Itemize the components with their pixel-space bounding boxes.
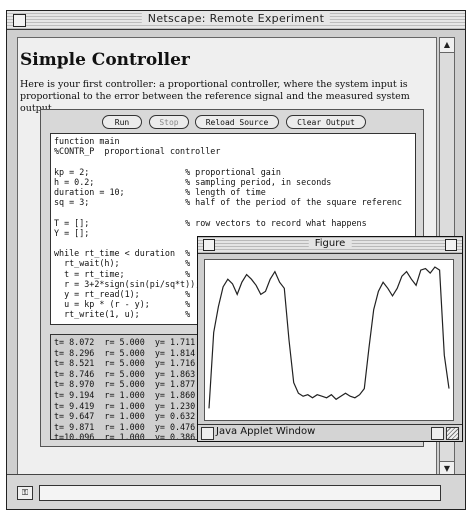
- window-close-box[interactable]: [13, 14, 26, 27]
- stop-button[interactable]: Stop: [149, 115, 189, 129]
- figure-status-bar: Java Applet Window: [198, 424, 462, 441]
- applet-window-label: Java Applet Window: [216, 426, 316, 437]
- plot-line: [208, 266, 450, 409]
- reload-source-button[interactable]: Reload Source: [195, 115, 279, 129]
- applet-info-icon: [431, 427, 444, 440]
- figure-window: Figure Java Applet Window: [197, 236, 463, 442]
- figure-title-bar[interactable]: Figure: [198, 237, 462, 254]
- page-heading: Simple Controller: [20, 50, 190, 70]
- figure-title: Figure: [308, 238, 352, 249]
- window-title-bar[interactable]: Netscape: Remote Experiment: [7, 11, 465, 30]
- status-field: [39, 485, 441, 501]
- window-title: Netscape: Remote Experiment: [141, 12, 331, 25]
- scroll-up-arrow-icon[interactable]: ▲: [440, 38, 454, 53]
- run-button[interactable]: Run: [102, 115, 142, 129]
- figure-plot-area: [204, 259, 454, 421]
- figure-close-box[interactable]: [203, 239, 215, 251]
- figure-zoom-box[interactable]: [445, 239, 457, 251]
- resize-grow-box-icon[interactable]: [446, 427, 459, 440]
- figure-plot-svg: [208, 266, 450, 409]
- browser-status-bar: ⚿: [7, 474, 465, 509]
- applet-warning-icon: [201, 427, 214, 440]
- security-key-icon[interactable]: ⚿: [17, 486, 33, 500]
- clear-output-button[interactable]: Clear Output: [286, 115, 366, 129]
